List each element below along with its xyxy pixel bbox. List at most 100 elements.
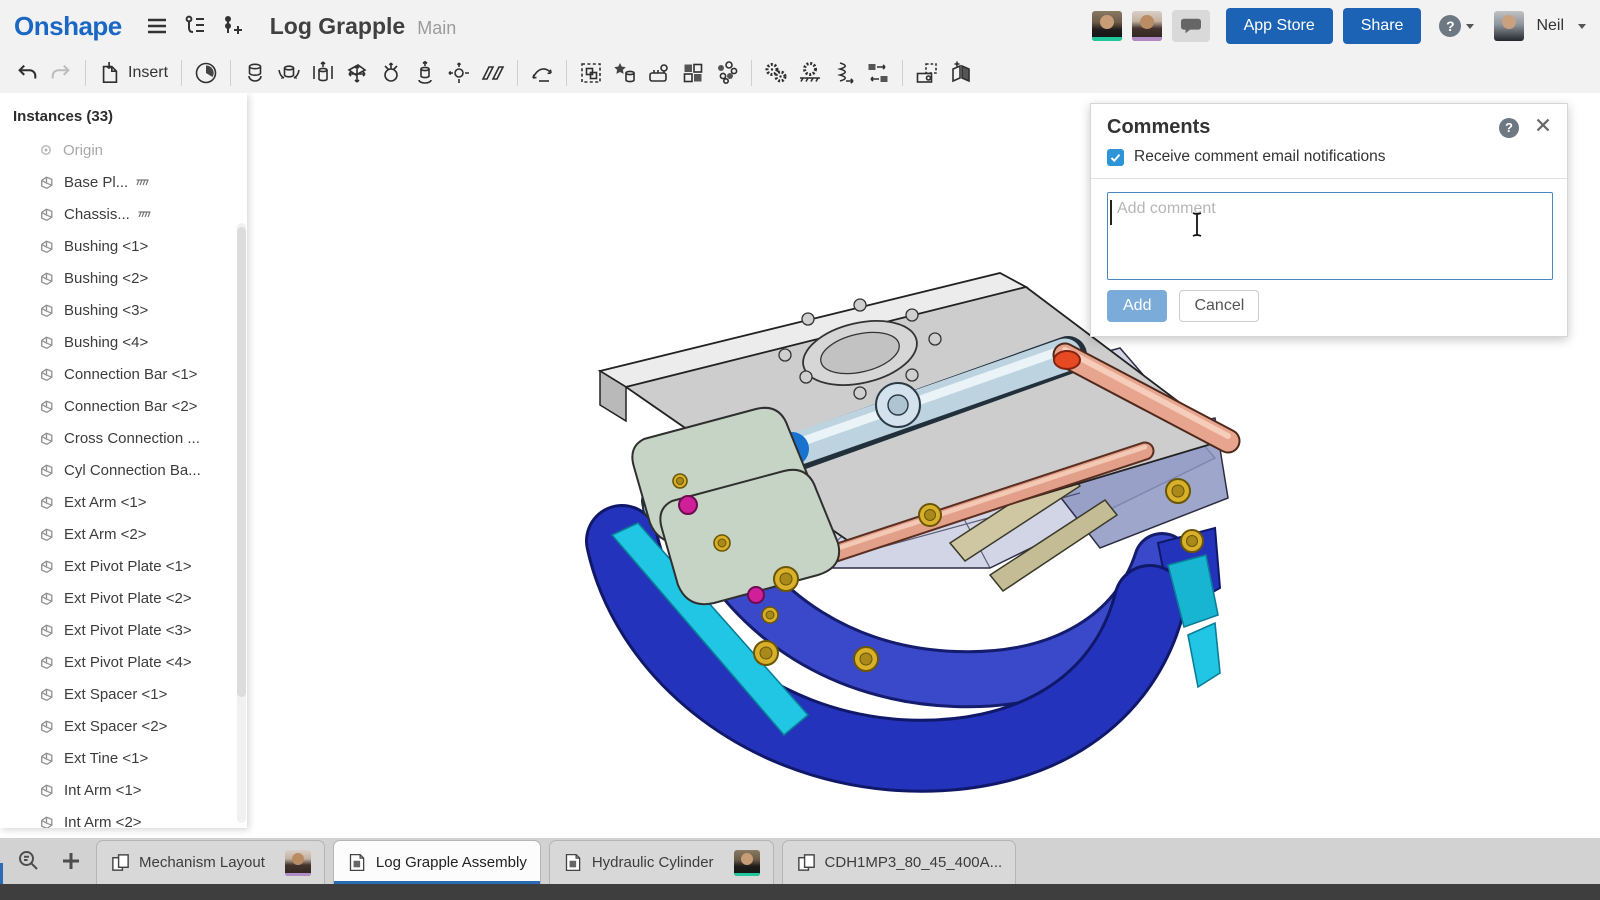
mate-connector-icon <box>612 60 638 86</box>
instance-item[interactable]: Int Arm <2> <box>0 806 247 828</box>
tab-hydraulic-cylinder[interactable]: Hydraulic Cylinder <box>549 840 774 884</box>
gear-relation-button[interactable] <box>759 57 793 89</box>
screw-relation-button[interactable] <box>827 57 861 89</box>
cylindrical-mate-button[interactable] <box>408 57 442 89</box>
history-button[interactable] <box>189 57 223 89</box>
instance-item[interactable]: Chassis... <box>0 198 247 230</box>
part-icon <box>38 430 55 447</box>
instance-item[interactable]: Ext Arm <2> <box>0 518 247 550</box>
insert-button[interactable]: Insert <box>93 57 174 89</box>
assembly-tab-icon <box>563 852 584 873</box>
planar-mate-icon <box>344 60 370 86</box>
slider-mate-button[interactable] <box>306 57 340 89</box>
part-icon <box>38 302 55 319</box>
check-icon <box>1109 151 1122 164</box>
rack-pinion-relation-button[interactable] <box>793 57 827 89</box>
comments-toggle-button[interactable] <box>1172 10 1210 42</box>
fasten-mate-icon <box>242 60 268 86</box>
instance-label: Ext Tine <1> <box>64 750 148 767</box>
rack-pinion-relation-icon <box>797 60 823 86</box>
instance-item[interactable]: Bushing <1> <box>0 230 247 262</box>
tangent-mate-button[interactable] <box>525 57 559 89</box>
instance-item[interactable]: Ext Tine <1> <box>0 742 247 774</box>
scrollbar-thumb[interactable] <box>237 227 246 697</box>
instance-item[interactable]: Bushing <3> <box>0 294 247 326</box>
instance-item[interactable]: Ext Pivot Plate <1> <box>0 550 247 582</box>
instances-header: Instances (33) <box>0 93 247 125</box>
tab-viewer-avatar <box>285 850 311 876</box>
redo-button[interactable] <box>44 57 78 89</box>
snap-mode-button[interactable] <box>642 57 676 89</box>
collaborator-avatar-2[interactable] <box>1132 11 1162 41</box>
linear-relation-button[interactable] <box>861 57 895 89</box>
planar-mate-button[interactable] <box>340 57 374 89</box>
pattern-button[interactable] <box>676 57 710 89</box>
share-button[interactable]: Share <box>1343 8 1422 44</box>
group-selection-button[interactable] <box>574 57 608 89</box>
instance-label: Connection Bar <2> <box>64 398 197 415</box>
onshape-logo[interactable]: Onshape <box>14 11 122 42</box>
instance-label: Ext Pivot Plate <2> <box>64 590 192 607</box>
instance-item[interactable]: Bushing <2> <box>0 262 247 294</box>
tab-cdh1mp3[interactable]: CDH1MP3_80_45_400A... <box>782 840 1017 884</box>
exploded-view-button[interactable] <box>944 57 978 89</box>
app-store-button[interactable]: App Store <box>1226 8 1333 44</box>
email-notifications-checkbox[interactable] <box>1107 149 1124 166</box>
instance-label: Int Arm <2> <box>64 814 142 829</box>
instance-label: Connection Bar <1> <box>64 366 197 383</box>
parallel-mate-button[interactable] <box>476 57 510 89</box>
explode-button[interactable] <box>710 57 744 89</box>
comments-close-button[interactable] <box>1535 117 1551 138</box>
instance-item[interactable]: Origin <box>0 134 247 166</box>
instance-item[interactable]: Int Arm <1> <box>0 774 247 806</box>
comments-help-icon[interactable]: ? <box>1499 118 1519 138</box>
instance-label: Ext Arm <1> <box>64 494 147 511</box>
collaborator-avatar-1[interactable] <box>1092 11 1122 41</box>
fasten-mate-button[interactable] <box>238 57 272 89</box>
revolute-mate-button[interactable] <box>272 57 306 89</box>
instance-item[interactable]: Ext Pivot Plate <3> <box>0 614 247 646</box>
revolute-mate-icon <box>276 60 302 86</box>
section-view-button[interactable] <box>910 57 944 89</box>
tab-mechanism-layout[interactable]: Mechanism Layout <box>96 840 325 884</box>
instance-item[interactable]: Ext Arm <1> <box>0 486 247 518</box>
instance-item[interactable]: Ext Pivot Plate <2> <box>0 582 247 614</box>
snap-mode-icon <box>646 60 672 86</box>
instance-item[interactable]: Cross Connection ... <box>0 422 247 454</box>
main-menu-button[interactable] <box>140 9 174 43</box>
tab-log-grapple-assembly[interactable]: Log Grapple Assembly <box>333 840 541 884</box>
instances-scrollbar[interactable] <box>237 223 246 823</box>
document-title[interactable]: Log Grapple <box>270 13 405 40</box>
instance-item[interactable]: Base Pl... <box>0 166 247 198</box>
instance-item[interactable]: Cyl Connection Ba... <box>0 454 247 486</box>
user-avatar[interactable] <box>1494 11 1524 41</box>
instance-item[interactable]: Ext Spacer <1> <box>0 678 247 710</box>
mate-connector-button[interactable] <box>608 57 642 89</box>
instance-item[interactable]: Connection Bar <1> <box>0 358 247 390</box>
comment-input[interactable] <box>1107 192 1553 280</box>
ball-mate-button[interactable] <box>374 57 408 89</box>
email-notifications-label[interactable]: Receive comment email notifications <box>1134 148 1386 166</box>
help-menu[interactable]: ? <box>1439 15 1474 37</box>
versions-button[interactable] <box>178 9 212 43</box>
undo-button[interactable] <box>10 57 44 89</box>
search-tabs-icon <box>16 848 42 874</box>
instance-label: Ext Pivot Plate <4> <box>64 654 192 671</box>
pin-slot-mate-button[interactable] <box>442 57 476 89</box>
part-red-bushing[interactable] <box>1054 351 1080 369</box>
follow-mode-button[interactable] <box>216 9 250 43</box>
user-name[interactable]: Neil <box>1536 17 1564 35</box>
search-tabs-button[interactable] <box>12 844 46 878</box>
add-comment-button[interactable]: Add <box>1107 290 1167 322</box>
cancel-comment-button[interactable]: Cancel <box>1179 290 1259 322</box>
instance-item[interactable]: Connection Bar <2> <box>0 390 247 422</box>
part-icon <box>38 622 55 639</box>
workspace-name[interactable]: Main <box>417 18 456 39</box>
tab-viewer-avatar <box>734 850 760 876</box>
instance-item[interactable]: Ext Pivot Plate <4> <box>0 646 247 678</box>
instance-item[interactable]: Bushing <4> <box>0 326 247 358</box>
part-icon <box>38 462 55 479</box>
instance-label: Base Pl... <box>64 174 128 191</box>
instance-item[interactable]: Ext Spacer <2> <box>0 710 247 742</box>
create-tab-button[interactable] <box>54 844 88 878</box>
